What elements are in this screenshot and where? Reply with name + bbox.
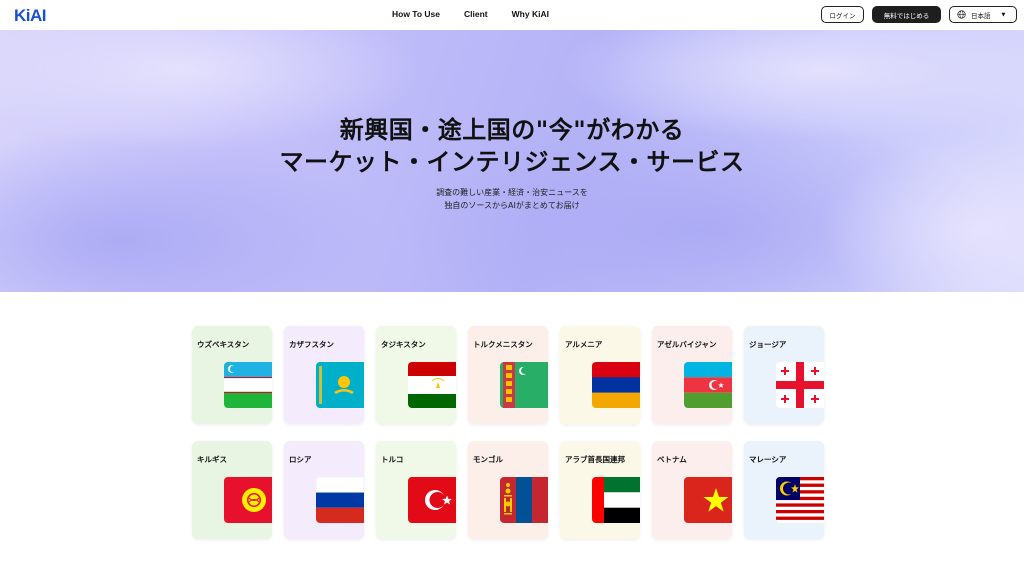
uzbekistan-flag xyxy=(224,362,272,408)
country-name: モンゴル xyxy=(473,455,503,464)
country-card-armenia[interactable]: アルメニア xyxy=(560,326,640,424)
turkmenistan-flag xyxy=(500,362,548,408)
hero-title-line2: マーケット・インテリジェンス・サービス xyxy=(279,148,745,176)
kyrgyzstan-flag xyxy=(224,477,272,523)
country-card-georgia[interactable]: ジョージア xyxy=(744,326,824,424)
country-card-vietnam[interactable]: ベトナム xyxy=(652,441,732,539)
uae-flag xyxy=(592,477,640,523)
country-name: アゼルバイジャン xyxy=(657,340,717,349)
kazakhstan-flag xyxy=(316,362,364,408)
country-card-azerbaijan[interactable]: アゼルバイジャン xyxy=(652,326,732,424)
hero-subtitle-line2: 独自のソースからAIがまとめてお届け xyxy=(444,201,580,210)
country-name: ベトナム xyxy=(657,455,687,464)
armenia-flag xyxy=(592,362,640,408)
country-name: ジョージア xyxy=(749,340,787,349)
country-card-turkey[interactable]: トルコ xyxy=(376,441,456,539)
country-card-russia[interactable]: ロシア xyxy=(284,441,364,539)
hero-title-line1: 新興国・途上国の"今"がわかる xyxy=(339,116,685,144)
country-name: ロシア xyxy=(289,455,312,464)
top-nav: KiAI How To Use Client Why KiAI ログイン 無料で… xyxy=(0,0,1024,30)
country-card-kazakhstan[interactable]: カザフスタン xyxy=(284,326,364,424)
language-select[interactable]: 日本語 ▼ xyxy=(949,6,1017,23)
login-button[interactable]: ログイン xyxy=(821,6,864,23)
chevron-down-icon: ▼ xyxy=(1001,11,1006,18)
azerbaijan-flag xyxy=(684,362,732,408)
hero-section: 新興国・途上国の"今"がわかる マーケット・インテリジェンス・サービス 調査の難… xyxy=(0,30,1024,292)
country-name: アルメニア xyxy=(565,340,603,349)
turkey-flag xyxy=(408,477,456,523)
country-card-mongolia[interactable]: モンゴル xyxy=(468,441,548,539)
georgia-flag xyxy=(776,362,824,408)
country-name: トルコ xyxy=(381,455,404,464)
country-name: カザフスタン xyxy=(289,340,334,349)
russia-flag xyxy=(316,477,364,523)
menu-how-to-use[interactable]: How To Use xyxy=(392,9,440,19)
main-menu: How To Use Client Why KiAI xyxy=(392,9,573,19)
country-card-uae[interactable]: アラブ首長国連邦 xyxy=(560,441,640,539)
kiai-logo[interactable]: KiAI xyxy=(14,6,47,26)
country-name: キルギス xyxy=(197,455,227,464)
country-name: トルクメニスタン xyxy=(473,340,533,349)
language-label: 日本語 xyxy=(971,11,991,20)
country-name: マレーシア xyxy=(749,455,787,464)
country-card-malaysia[interactable]: マレーシア xyxy=(744,441,824,539)
globe-icon xyxy=(957,10,966,19)
menu-why-kiai[interactable]: Why KiAI xyxy=(512,9,549,19)
malaysia-flag xyxy=(776,477,824,523)
hero-subtitle-line1: 調査の難しい産業・経済・治安ニュースを xyxy=(436,188,588,197)
vietnam-flag xyxy=(684,477,732,523)
country-card-tajikistan[interactable]: タジキスタン xyxy=(376,326,456,424)
country-name: アラブ首長国連邦 xyxy=(565,455,625,464)
country-name: ウズベキスタン xyxy=(197,340,250,349)
mongolia-flag xyxy=(500,477,548,523)
menu-client[interactable]: Client xyxy=(464,9,488,19)
country-card-uzbekistan[interactable]: ウズベキスタン xyxy=(192,326,272,424)
country-card-kyrgyzstan[interactable]: キルギス xyxy=(192,441,272,539)
tajikistan-flag xyxy=(408,362,456,408)
country-card-turkmenistan[interactable]: トルクメニスタン xyxy=(468,326,548,424)
start-free-button[interactable]: 無料ではじめる xyxy=(872,6,941,23)
country-name: タジキスタン xyxy=(381,340,426,349)
